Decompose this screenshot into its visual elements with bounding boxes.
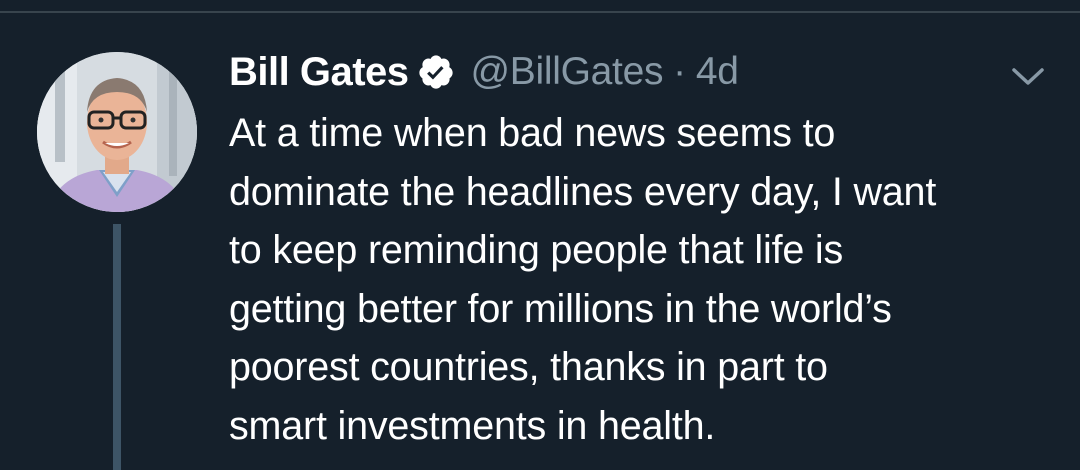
top-divider xyxy=(0,11,1080,13)
tweet-text-line: poorest countries, thanks in part to xyxy=(229,345,828,389)
display-name[interactable]: Bill Gates xyxy=(229,50,409,95)
tweet-text-line: At a time when bad news seems to xyxy=(229,111,836,155)
tweet-text: At a time when bad news seems to dominat… xyxy=(229,104,1059,455)
avatar[interactable] xyxy=(37,52,197,212)
tweet-text-line: smart investments in health. xyxy=(229,403,716,448)
timestamp[interactable]: 4d xyxy=(696,50,739,94)
username-handle[interactable]: @BillGates xyxy=(471,50,664,94)
tweet-card[interactable]: Bill Gates @BillGates · 4d At a time whe… xyxy=(0,0,1080,470)
tweet-text-line: to keep reminding people that life is xyxy=(229,228,844,272)
verified-badge-icon xyxy=(417,53,455,91)
separator-dot: · xyxy=(673,50,686,93)
tweet-text-line: getting better for millions in the world… xyxy=(229,286,892,331)
tweet-header: Bill Gates @BillGates · 4d xyxy=(229,46,739,98)
avatar-photo xyxy=(37,52,197,212)
chevron-down-icon[interactable] xyxy=(1010,62,1046,90)
tweet-text-line: dominate the headlines every day, I want xyxy=(229,169,937,214)
thread-line xyxy=(113,224,121,470)
